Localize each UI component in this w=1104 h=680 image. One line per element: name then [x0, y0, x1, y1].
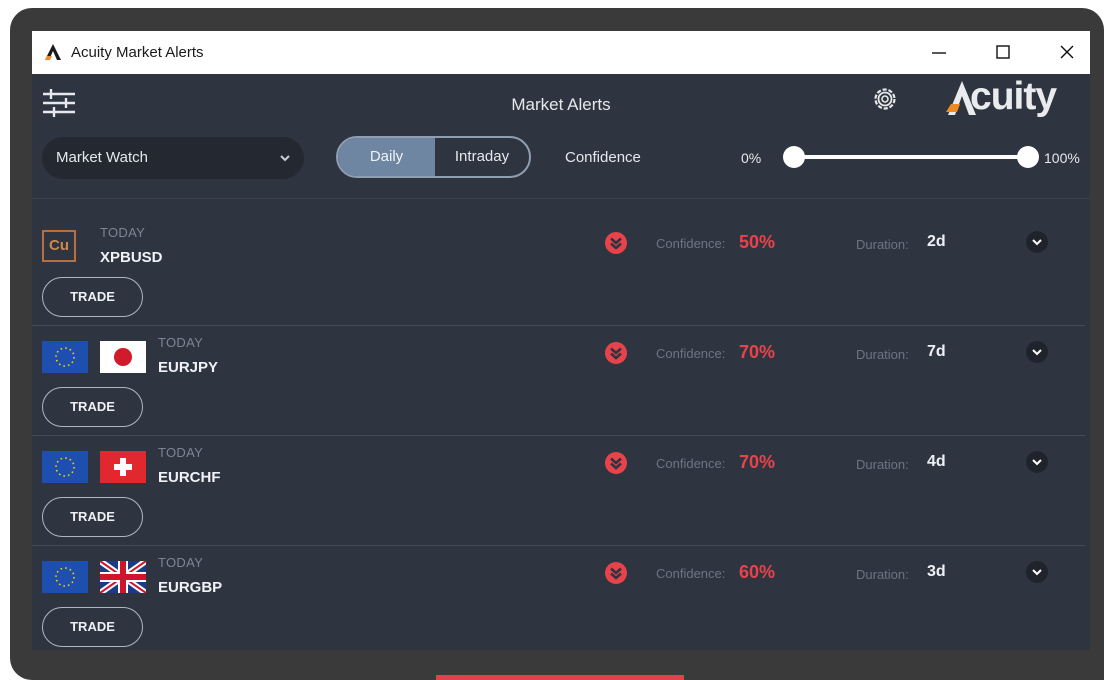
- duration-key: Duration:: [856, 567, 909, 582]
- chevron-down-icon[interactable]: [1026, 231, 1048, 253]
- bearish-arrow-icon: [605, 342, 627, 364]
- toggle-intraday[interactable]: Intraday: [435, 138, 529, 176]
- confidence-key: Confidence:: [656, 236, 726, 251]
- minimize-button[interactable]: [916, 37, 962, 67]
- acuity-logo: cuity: [946, 75, 1072, 121]
- confidence-value: 70%: [739, 342, 776, 362]
- duration-value: 4d: [927, 453, 946, 470]
- gear-icon[interactable]: [871, 85, 899, 113]
- eu-flag-icon: [42, 561, 88, 593]
- confidence-max-label: 100%: [1044, 150, 1080, 166]
- bearish-arrow-icon: [605, 562, 627, 584]
- confidence-key: Confidence:: [656, 456, 726, 471]
- bottom-accent-bar: [436, 675, 684, 680]
- watchlist-value: Market Watch: [56, 149, 148, 166]
- duration-value: 7d: [927, 343, 946, 360]
- uk-flag-icon: [100, 561, 146, 593]
- slider-max-handle[interactable]: [1017, 146, 1039, 168]
- alert-symbol: EURGBP: [158, 579, 223, 596]
- confidence-value: 60%: [739, 562, 776, 582]
- window-title: Acuity Market Alerts: [71, 44, 204, 61]
- duration-key: Duration:: [856, 237, 909, 252]
- eu-flag-icon: [42, 451, 88, 483]
- chevron-down-icon[interactable]: [1026, 451, 1048, 473]
- confidence-min-label: 0%: [741, 150, 762, 166]
- trade-button[interactable]: TRADE: [42, 277, 143, 317]
- confidence-key: Confidence:: [656, 566, 726, 581]
- bearish-arrow-icon: [605, 232, 627, 254]
- maximize-icon: [996, 45, 1010, 59]
- alert-symbol: XPBUSD: [100, 249, 163, 266]
- duration-key: Duration:: [856, 347, 909, 362]
- alert-symbol: EURCHF: [158, 469, 221, 486]
- app-window: Acuity Market Alerts Market Alerts cuity…: [32, 31, 1090, 650]
- swiss-flag-icon: [100, 451, 146, 483]
- duration-key: Duration:: [856, 457, 909, 472]
- acuity-app-icon: [45, 44, 61, 60]
- alert-date: TODAY: [158, 445, 204, 460]
- japan-flag-icon: [100, 341, 146, 373]
- duration-value: 2d: [927, 233, 946, 250]
- timeframe-toggle: Daily Intraday: [336, 136, 531, 178]
- alert-date: TODAY: [158, 335, 204, 350]
- close-button[interactable]: [1044, 37, 1090, 67]
- confidence-filter-label: Confidence: [565, 149, 641, 166]
- alert-row: Cu TODAY XPBUSD TRADE Confidence: 50% Du…: [32, 216, 1085, 326]
- toggle-daily[interactable]: Daily: [338, 138, 435, 176]
- bearish-arrow-icon: [605, 452, 627, 474]
- chevron-down-icon[interactable]: [1026, 561, 1048, 583]
- alert-date: TODAY: [158, 555, 204, 570]
- minimize-icon: [932, 52, 946, 54]
- close-icon: [1060, 45, 1074, 59]
- trade-button[interactable]: TRADE: [42, 387, 143, 427]
- page-title: Market Alerts: [511, 95, 611, 114]
- trade-button[interactable]: TRADE: [42, 607, 143, 647]
- title-bar: Acuity Market Alerts: [32, 31, 1090, 74]
- logo-text: cuity: [970, 75, 1057, 118]
- watchlist-dropdown[interactable]: Market Watch: [42, 137, 304, 179]
- copper-commodity-icon: Cu: [42, 230, 76, 262]
- alert-row: TODAY EURJPY TRADE Confidence: 70% Durat…: [32, 326, 1085, 436]
- maximize-button[interactable]: [980, 37, 1026, 67]
- confidence-range-slider[interactable]: [783, 146, 1039, 168]
- alert-row: TODAY EURCHF TRADE Confidence: 70% Durat…: [32, 436, 1085, 546]
- eu-flag-icon: [42, 341, 88, 373]
- confidence-value: 70%: [739, 452, 776, 472]
- alert-symbol: EURJPY: [158, 359, 219, 376]
- commodity-code: Cu: [49, 237, 69, 254]
- alert-date: TODAY: [100, 225, 146, 240]
- app-header: Market Alerts cuity Market Watch Daily I…: [32, 74, 1090, 199]
- chevron-down-icon[interactable]: [1026, 341, 1048, 363]
- alert-row: TODAY EURGBP TRADE Confidence: 60% Durat…: [32, 546, 1085, 650]
- slider-track[interactable]: [793, 155, 1027, 159]
- trade-button[interactable]: TRADE: [42, 497, 143, 537]
- confidence-value: 50%: [739, 232, 776, 252]
- confidence-key: Confidence:: [656, 346, 726, 361]
- chevron-down-icon: [280, 155, 290, 162]
- slider-min-handle[interactable]: [783, 146, 805, 168]
- duration-value: 3d: [927, 563, 946, 580]
